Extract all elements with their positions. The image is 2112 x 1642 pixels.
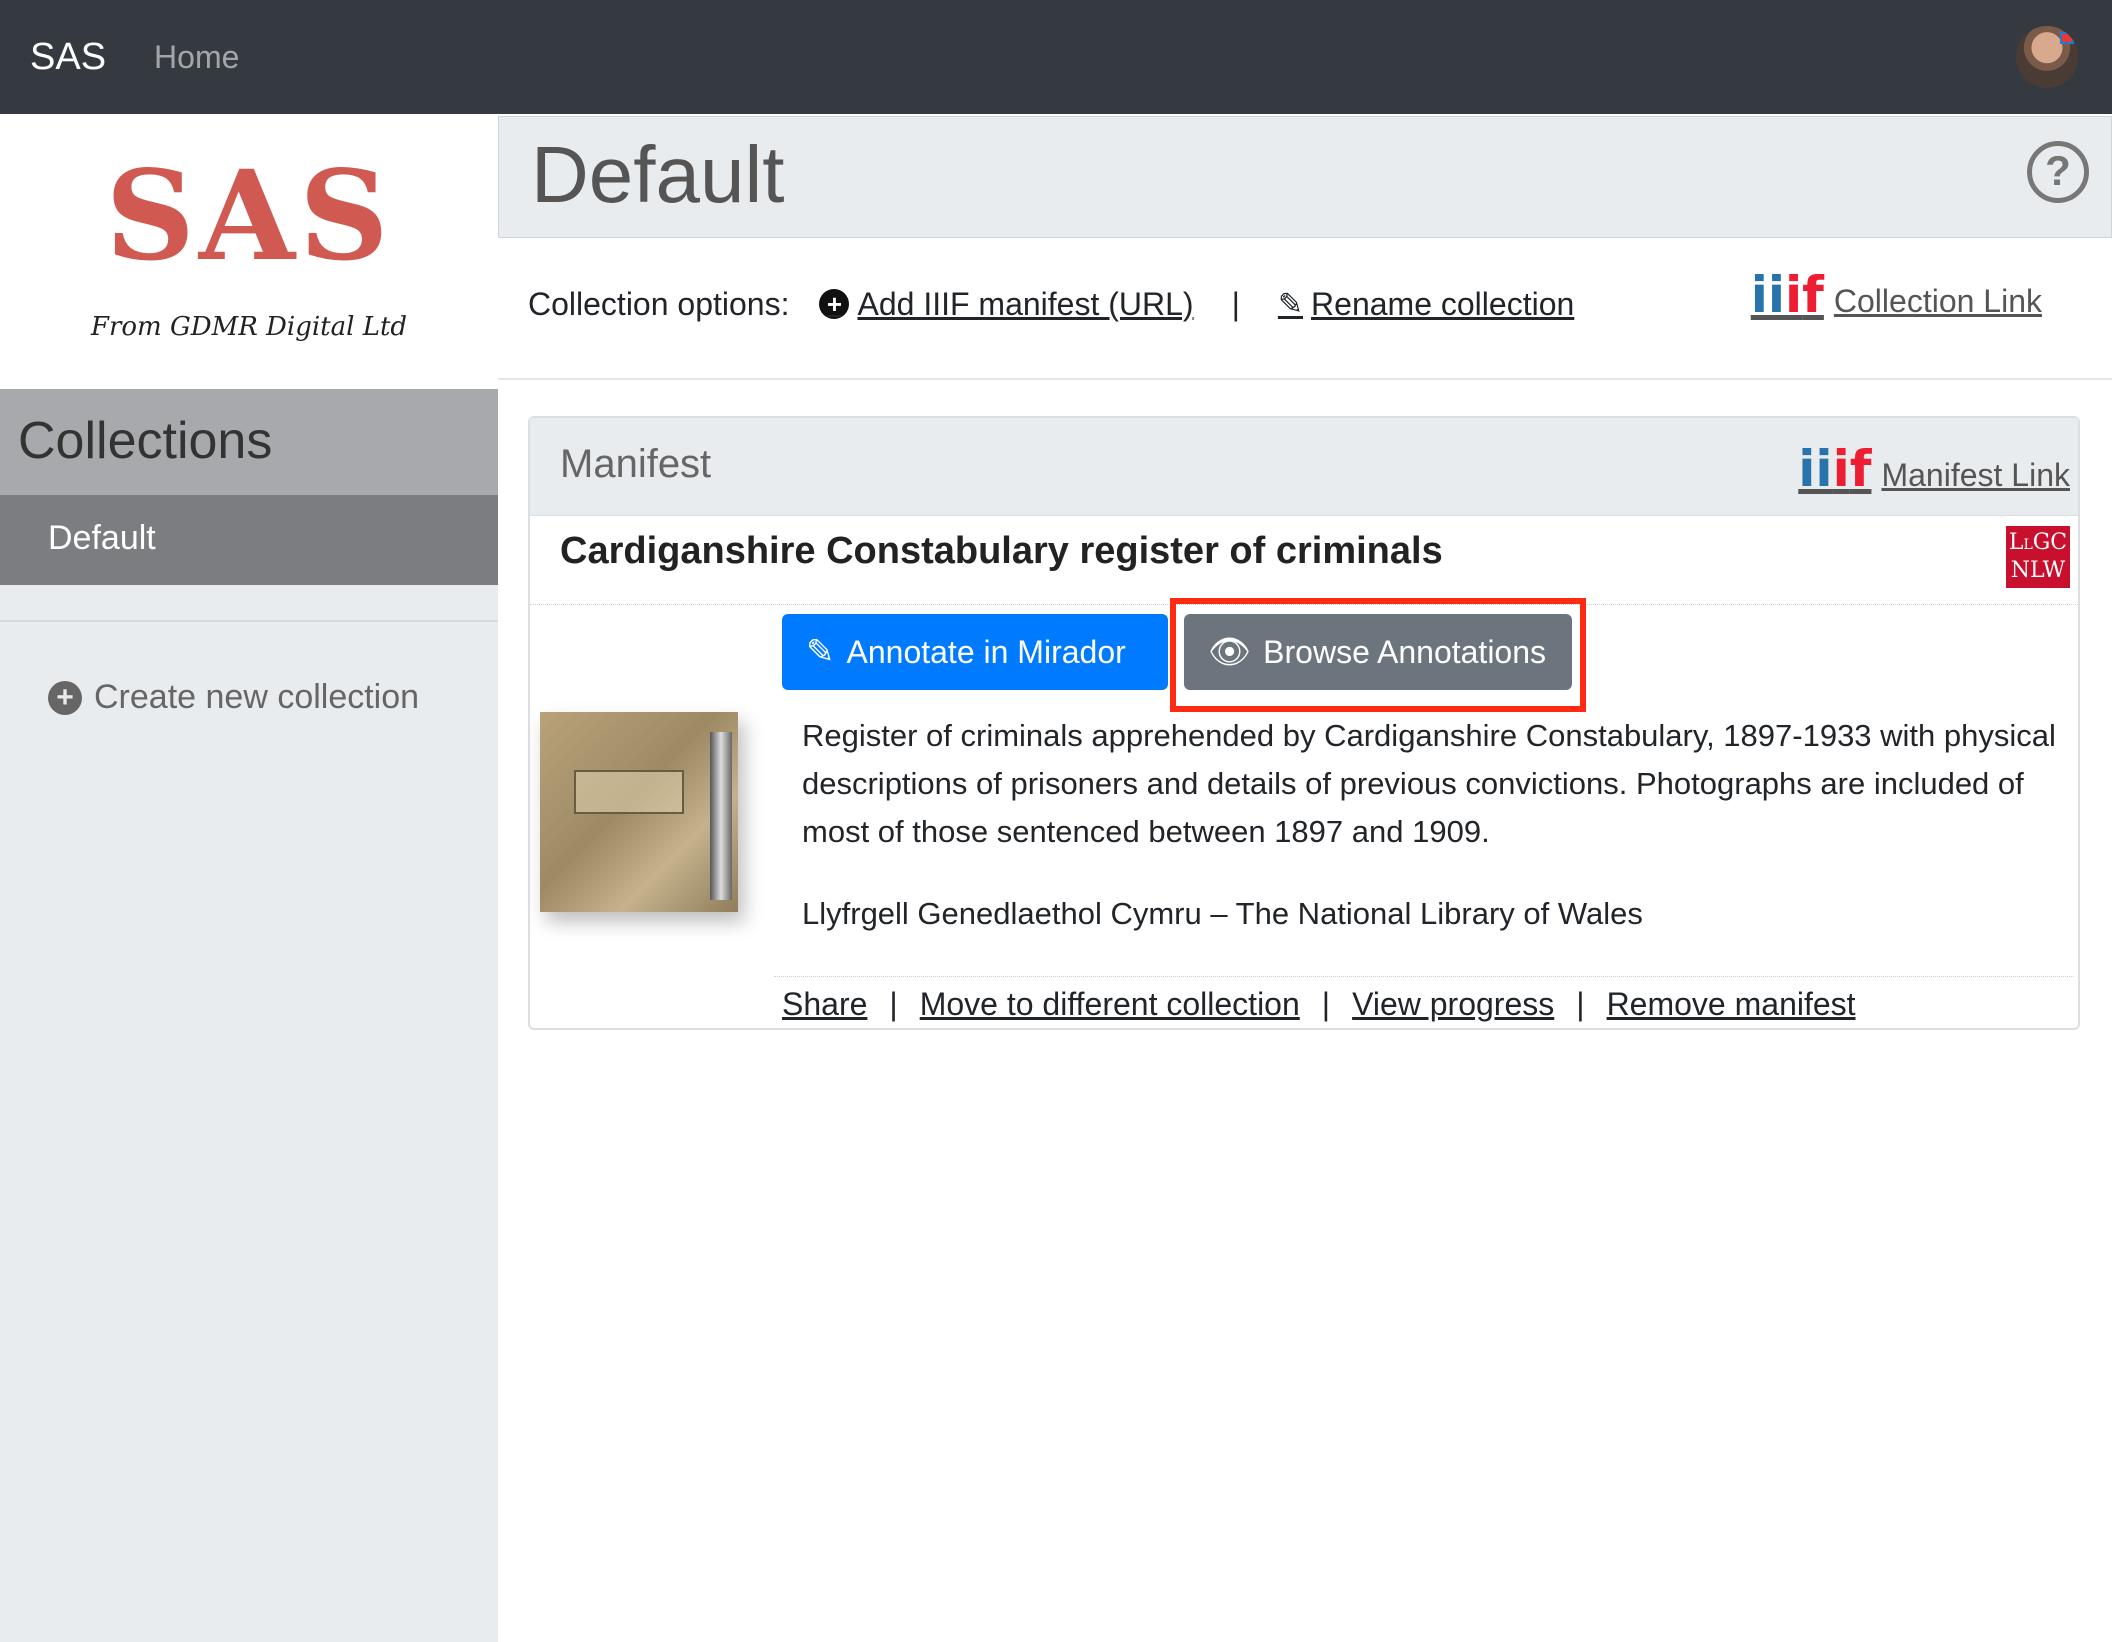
iiif-logo-icon: ii i f: [1798, 440, 1872, 498]
collections-heading: Collections: [0, 389, 498, 495]
user-avatar[interactable]: [2016, 26, 2078, 88]
plus-circle-icon: +: [48, 680, 82, 715]
edit-icon: ✎: [806, 633, 835, 671]
collection-link[interactable]: ii i f Collection Link: [1751, 270, 2042, 320]
iiif-logo-icon: ii i f: [1750, 266, 1824, 324]
thumbnail-label-plate: [574, 770, 684, 814]
main-content: Default ? Collection options: + Add IIIF…: [498, 114, 2112, 1642]
create-new-collection-label: Create new collection: [94, 678, 420, 716]
nlw-logo: LLGC NLW: [2006, 526, 2070, 588]
top-navbar: SAS Home: [0, 0, 2112, 114]
pencil-icon: ✎: [1277, 287, 1304, 321]
move-collection-link[interactable]: Move to different collection: [920, 986, 1300, 1023]
annotate-in-mirador-button[interactable]: ✎ Annotate in Mirador: [782, 614, 1168, 690]
navbar-brand[interactable]: SAS: [30, 36, 106, 79]
manifest-description: Register of criminals apprehended by Car…: [802, 718, 2056, 849]
help-icon[interactable]: ?: [2027, 141, 2089, 203]
options-separator: |: [1231, 285, 1240, 322]
collection-link-label: Collection Link: [1833, 283, 2042, 319]
manifest-thumbnail[interactable]: [540, 712, 738, 912]
page-title: Default: [531, 130, 785, 219]
manifest-link-label: Manifest Link: [1881, 457, 2070, 493]
share-link[interactable]: Share: [782, 986, 867, 1023]
logo-subtitle: From GDMR Digital Ltd: [90, 312, 408, 342]
view-progress-link[interactable]: View progress: [1352, 986, 1554, 1023]
sidebar: SAS From GDMR Digital Ltd Collections De…: [0, 114, 498, 1642]
thumbnail-spine: [710, 732, 732, 900]
annotate-button-label: Annotate in Mirador: [846, 633, 1126, 670]
sidebar-divider: [0, 620, 498, 622]
actions-separator: |: [889, 986, 898, 1022]
collection-options-label: Collection options:: [528, 285, 790, 322]
plus-circle-icon: +: [819, 289, 850, 319]
manifest-attribution: Llyfrgell Genedlaethol Cymru – The Natio…: [802, 896, 1643, 931]
avatar-iiif-badge-icon: [2060, 32, 2074, 44]
sas-logo: SAS From GDMR Digital Ltd: [0, 114, 498, 389]
remove-manifest-link[interactable]: Remove manifest: [1607, 986, 1856, 1023]
manifest-header-title: Manifest: [560, 442, 712, 486]
add-manifest-label: Add IIIF manifest (URL): [857, 285, 1194, 322]
nav-home-link[interactable]: Home: [154, 39, 239, 76]
sidebar-item-default[interactable]: Default: [0, 495, 498, 585]
actions-separator: |: [1321, 986, 1331, 1022]
manifest-title: Cardiganshire Constabulary register of c…: [560, 530, 1443, 572]
rename-collection-link[interactable]: ✎ Rename collection: [1278, 286, 1574, 323]
page-header: Default ?: [498, 116, 2112, 238]
section-divider: [498, 378, 2112, 380]
rename-collection-label: Rename collection: [1311, 285, 1575, 322]
actions-separator: |: [1576, 986, 1585, 1022]
manifest-card-header: Manifest ii i f Manifest Link: [530, 418, 2078, 516]
logo-text: SAS: [105, 144, 393, 289]
highlight-box: [1170, 598, 1586, 712]
manifest-card: Manifest ii i f Manifest Link Cardiganshir…: [528, 416, 2080, 1030]
create-new-collection-button[interactable]: + Create new collection: [48, 678, 419, 717]
add-manifest-link[interactable]: + Add IIIF manifest (URL): [819, 285, 1194, 323]
card-footer-divider: [774, 976, 2074, 977]
manifest-actions: Share | Move to different collection | V…: [782, 986, 1856, 1023]
manifest-link[interactable]: ii i f Manifest Link: [1798, 444, 2070, 494]
